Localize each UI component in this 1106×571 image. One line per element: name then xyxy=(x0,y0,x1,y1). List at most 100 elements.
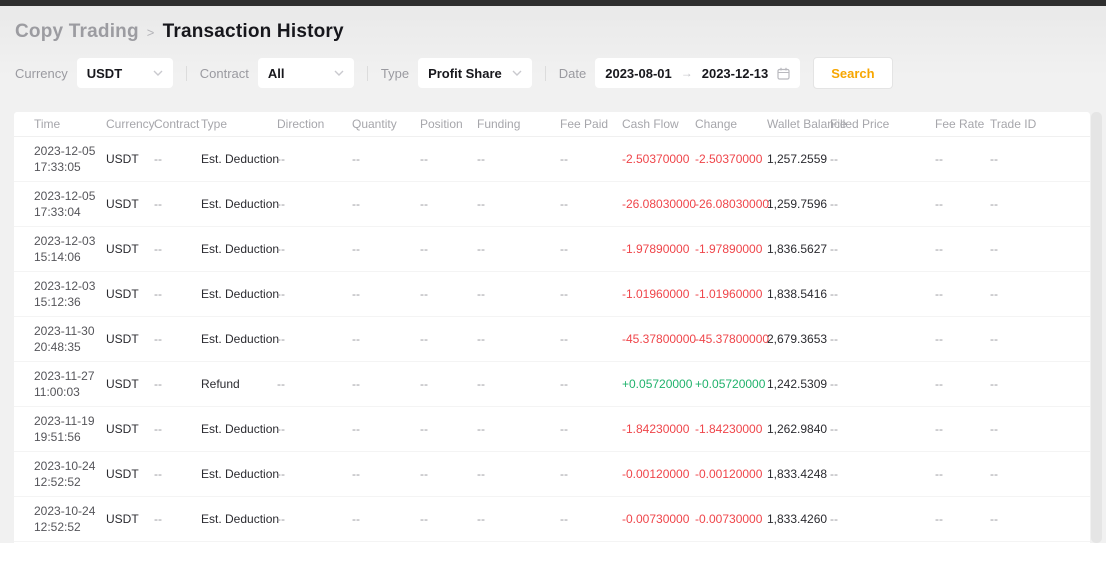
filter-divider xyxy=(367,66,368,81)
type-filter-label: Type xyxy=(381,66,409,81)
table-row: 2023-12-0517:33:04USDT--Est. Deduction--… xyxy=(14,181,1090,226)
table-row: 2023-10-2412:52:52USDT--Est. Deduction--… xyxy=(14,451,1090,496)
cell-time: 2023-12-0517:33:04 xyxy=(14,181,106,226)
cell-fee-paid: -- xyxy=(560,226,622,271)
cell-trade-id: -- xyxy=(990,136,1090,181)
table-row: 2023-12-0517:33:05USDT--Est. Deduction--… xyxy=(14,136,1090,181)
contract-select-value: All xyxy=(268,66,285,81)
cell-trade-id: -- xyxy=(990,406,1090,451)
cell-fee-rate: -- xyxy=(935,361,990,406)
cell-cash-flow: -1.01960000 xyxy=(622,271,695,316)
contract-select[interactable]: All xyxy=(258,58,354,88)
column-header: Quantity xyxy=(352,112,420,136)
cell-contract: -- xyxy=(154,361,201,406)
chevron-down-icon xyxy=(153,70,163,76)
cell-quantity: -- xyxy=(352,496,420,541)
breadcrumb: Copy Trading > Transaction History xyxy=(15,21,344,43)
cell-fee-paid: -- xyxy=(560,271,622,316)
vertical-scrollbar[interactable] xyxy=(1091,112,1102,543)
cell-change: +0.05720000 xyxy=(695,361,767,406)
cell-position: -- xyxy=(420,496,477,541)
cell-contract: -- xyxy=(154,316,201,361)
cell-time: 2023-11-2711:00:03 xyxy=(14,361,106,406)
cell-position: -- xyxy=(420,226,477,271)
cell-filled-price: -- xyxy=(830,226,935,271)
date-range-input[interactable]: 2023-08-01 → 2023-12-13 xyxy=(595,58,800,88)
cell-change: -1.97890000 xyxy=(695,226,767,271)
cell-quantity: -- xyxy=(352,451,420,496)
cell-filled-price: -- xyxy=(830,361,935,406)
cell-contract: -- xyxy=(154,181,201,226)
column-header: Trade ID xyxy=(990,112,1090,136)
currency-select[interactable]: USDT xyxy=(77,58,173,88)
cell-wallet-balance: 2,679.3653 xyxy=(767,316,830,361)
cell-time: 2023-12-0517:33:05 xyxy=(14,136,106,181)
date-filter-label: Date xyxy=(559,66,586,81)
cell-filled-price: -- xyxy=(830,451,935,496)
cell-contract: -- xyxy=(154,406,201,451)
cell-type: Est. Deduction xyxy=(201,136,277,181)
cell-currency: USDT xyxy=(106,451,154,496)
cell-type: Est. Deduction xyxy=(201,226,277,271)
column-header: Currency xyxy=(106,112,154,136)
column-header: Funding xyxy=(477,112,560,136)
cell-fee-paid: -- xyxy=(560,361,622,406)
cell-type: Est. Deduction xyxy=(201,316,277,361)
cell-time: 2023-11-3020:48:35 xyxy=(14,316,106,361)
cell-time: 2023-10-2412:52:52 xyxy=(14,451,106,496)
cell-filled-price: -- xyxy=(830,496,935,541)
cell-funding: -- xyxy=(477,316,560,361)
cell-quantity: -- xyxy=(352,406,420,451)
cell-fee-rate: -- xyxy=(935,226,990,271)
cell-currency: USDT xyxy=(106,181,154,226)
cell-change: -0.00120000 xyxy=(695,451,767,496)
cell-direction: -- xyxy=(277,406,352,451)
column-header: Direction xyxy=(277,112,352,136)
cell-currency: USDT xyxy=(106,361,154,406)
cell-funding: -- xyxy=(477,181,560,226)
search-button[interactable]: Search xyxy=(813,57,892,89)
column-header: Cash Flow xyxy=(622,112,695,136)
cell-filled-price: -- xyxy=(830,271,935,316)
cell-trade-id: -- xyxy=(990,181,1090,226)
column-header: Position xyxy=(420,112,477,136)
cell-funding: -- xyxy=(477,136,560,181)
cell-direction: -- xyxy=(277,496,352,541)
cell-position: -- xyxy=(420,271,477,316)
cell-type: Refund xyxy=(201,361,277,406)
breadcrumb-parent-link[interactable]: Copy Trading xyxy=(15,21,139,43)
cell-type: Est. Deduction xyxy=(201,271,277,316)
cell-direction: -- xyxy=(277,271,352,316)
column-header: Fee Paid xyxy=(560,112,622,136)
cell-position: -- xyxy=(420,181,477,226)
cell-position: -- xyxy=(420,316,477,361)
cell-trade-id: -- xyxy=(990,451,1090,496)
cell-fee-rate: -- xyxy=(935,271,990,316)
cell-trade-id: -- xyxy=(990,316,1090,361)
type-select[interactable]: Profit Share xyxy=(418,58,532,88)
table-header-row: TimeCurrencyContractTypeDirectionQuantit… xyxy=(14,112,1090,136)
cell-fee-rate: -- xyxy=(935,136,990,181)
cell-cash-flow: -45.37800000 xyxy=(622,316,695,361)
cell-fee-paid: -- xyxy=(560,136,622,181)
transaction-table-card: TimeCurrencyContractTypeDirectionQuantit… xyxy=(14,112,1090,571)
column-header: Type xyxy=(201,112,277,136)
cell-quantity: -- xyxy=(352,136,420,181)
cell-quantity: -- xyxy=(352,271,420,316)
cell-currency: USDT xyxy=(106,271,154,316)
table-row: 2023-11-3020:48:35USDT--Est. Deduction--… xyxy=(14,316,1090,361)
breadcrumb-separator: > xyxy=(147,25,155,40)
filter-divider xyxy=(545,66,546,81)
cell-fee-paid: -- xyxy=(560,316,622,361)
cell-currency: USDT xyxy=(106,406,154,451)
cell-contract: -- xyxy=(154,226,201,271)
cell-direction: -- xyxy=(277,361,352,406)
cell-currency: USDT xyxy=(106,496,154,541)
cell-position: -- xyxy=(420,136,477,181)
cell-fee-rate: -- xyxy=(935,181,990,226)
cell-filled-price: -- xyxy=(830,136,935,181)
cell-cash-flow: -0.00730000 xyxy=(622,496,695,541)
cell-quantity: -- xyxy=(352,361,420,406)
date-start-value: 2023-08-01 xyxy=(605,66,672,81)
cell-type: Est. Deduction xyxy=(201,406,277,451)
